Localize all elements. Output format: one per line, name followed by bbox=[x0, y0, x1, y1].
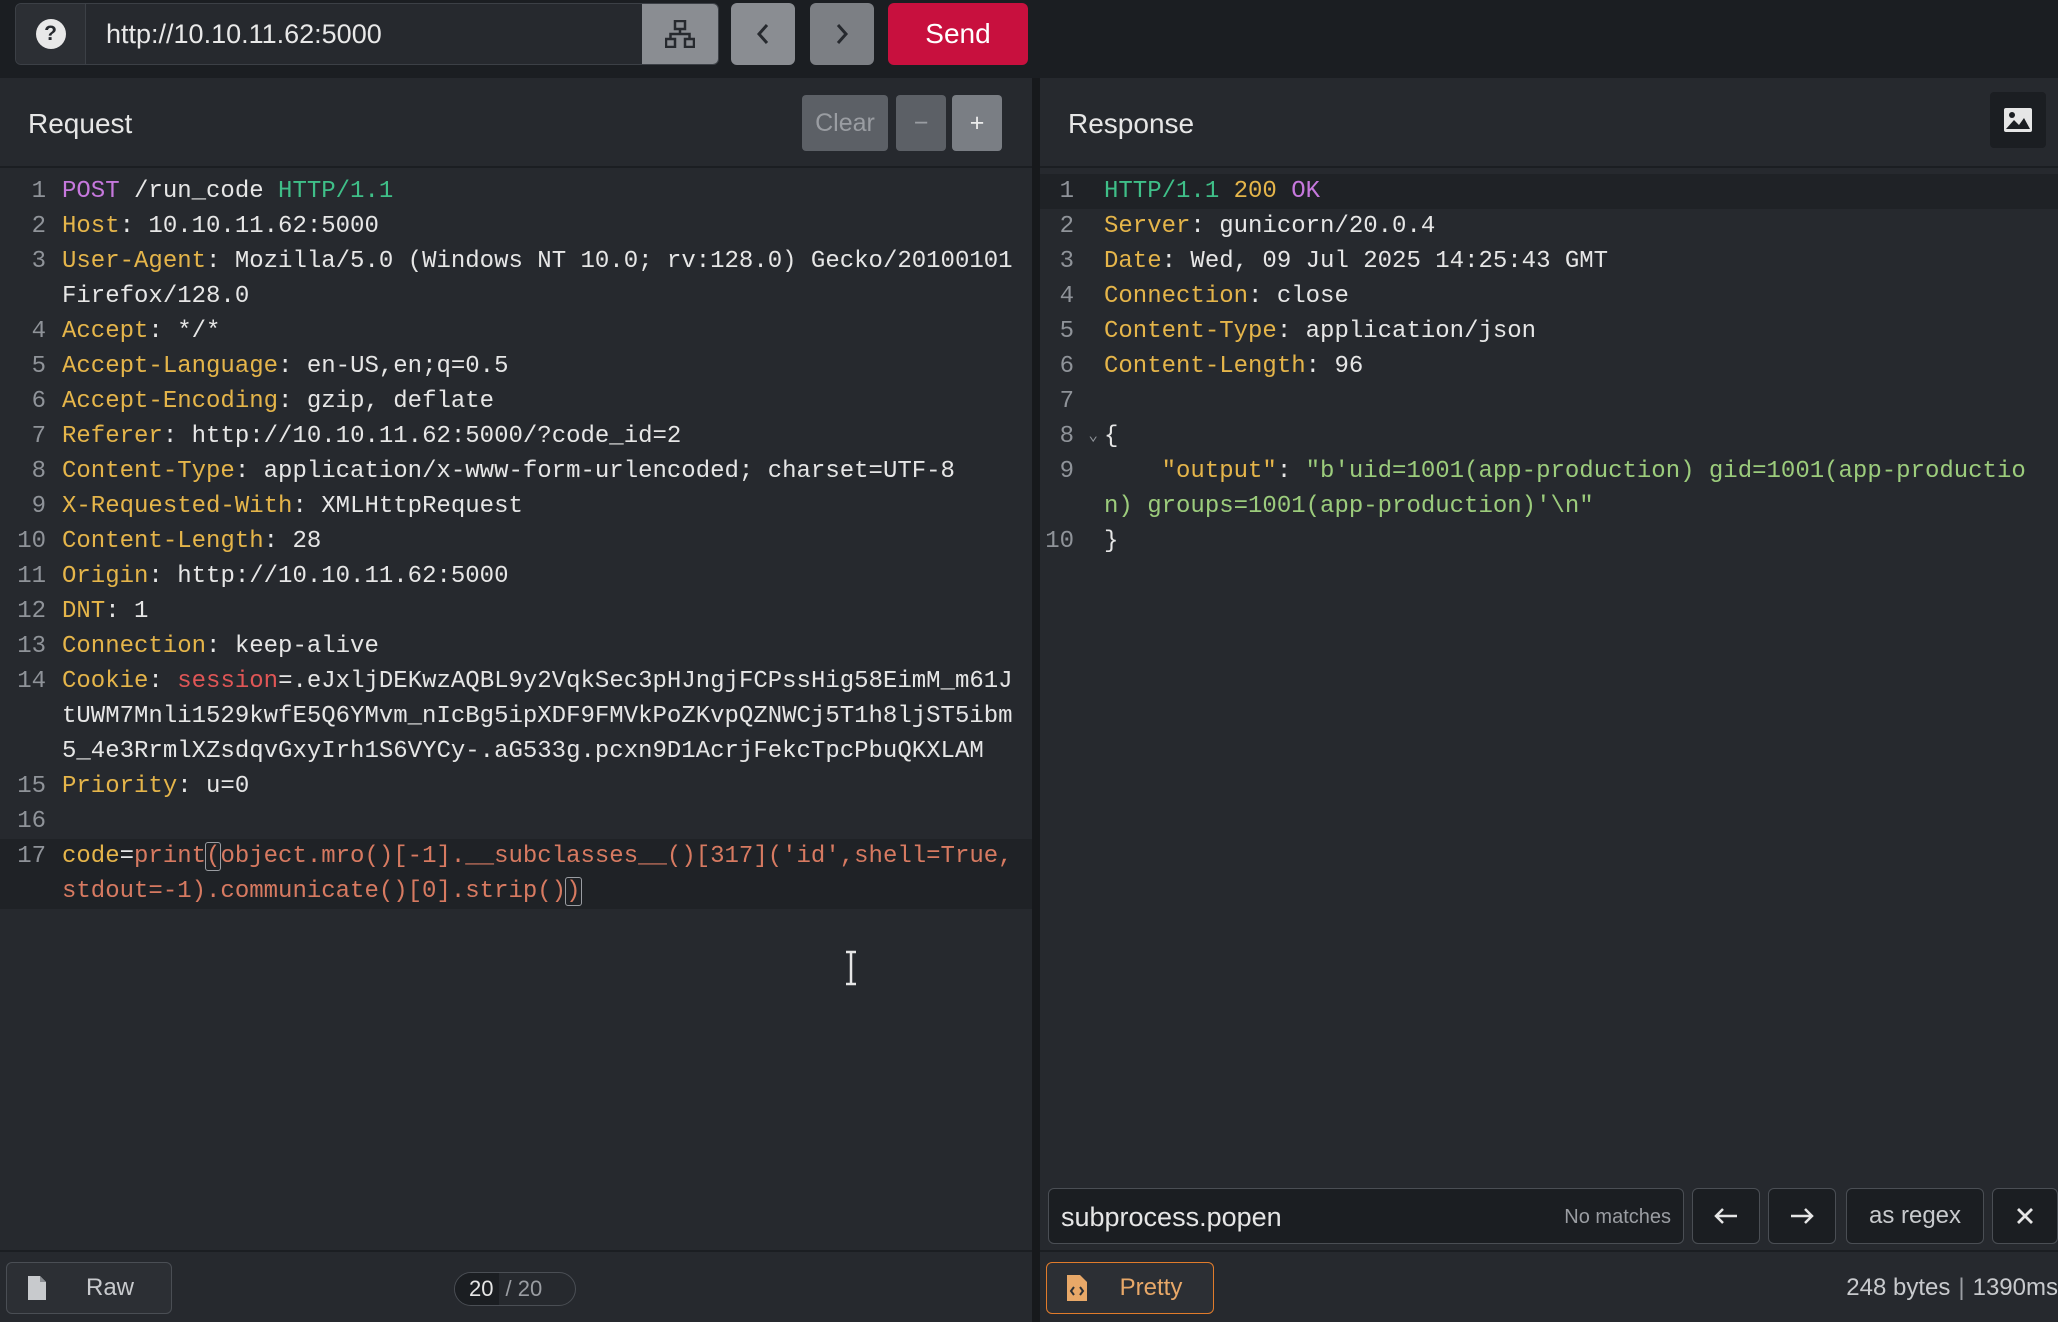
search-box: No matches bbox=[1048, 1188, 1684, 1244]
code-line: 2 Host: 10.10.11.62:5000 bbox=[31, 213, 379, 240]
clear-button[interactable]: Clear bbox=[802, 95, 888, 151]
code-line: 4 Accept: */* bbox=[31, 318, 221, 345]
code-line: 9 "output": "b'uid=1001(app-production) … bbox=[1059, 458, 2026, 520]
arrow-right-icon bbox=[1791, 1208, 1814, 1224]
request-header: Request Clear − + bbox=[0, 78, 1032, 168]
regex-toggle-button[interactable]: as regex bbox=[1846, 1188, 1984, 1244]
chevron-left-icon bbox=[756, 24, 769, 44]
code-line: 16 bbox=[17, 808, 46, 835]
code-line: 10 Content-Length: 28 bbox=[17, 528, 322, 555]
sitemap-icon bbox=[665, 20, 695, 48]
code-line: 14 Cookie: session=.eJxljDEKwzAQBL9y2VqkS… bbox=[17, 668, 1013, 765]
forward-button[interactable] bbox=[810, 3, 874, 65]
code-line-active: 17 code=print(object.mro()[-1].__subclass… bbox=[0, 839, 1032, 909]
url-input[interactable] bbox=[86, 4, 642, 64]
fold-chevron-icon[interactable]: ⌄ bbox=[1088, 419, 1098, 454]
code-line: 2 Server: gunicorn/20.0.4 bbox=[1059, 213, 1436, 240]
request-panel: Request Clear − + 1 POST /run_code HTTP/1… bbox=[0, 78, 1032, 1322]
raw-mode-label: Raw bbox=[85, 1274, 134, 1301]
search-input[interactable] bbox=[1061, 1197, 1521, 1237]
back-button[interactable] bbox=[731, 3, 795, 65]
network-button[interactable] bbox=[642, 4, 718, 64]
code-line: 6 Accept-Encoding: gzip, deflate bbox=[31, 388, 495, 415]
code-line: 12 DNT: 1 bbox=[17, 598, 149, 625]
code-line: 3 Date: Wed, 09 Jul 2025 14:25:43 GMT bbox=[1059, 248, 1609, 275]
code-line: 5 Content-Type: application/json bbox=[1059, 318, 1537, 345]
search-status: No matches bbox=[1564, 1206, 1671, 1228]
line-current: 20 bbox=[455, 1273, 500, 1305]
text-cursor-icon bbox=[846, 950, 856, 986]
zoom-in-button[interactable]: + bbox=[952, 95, 1002, 151]
request-title: Request bbox=[28, 108, 133, 139]
response-size: 248 bytes bbox=[1846, 1274, 1951, 1301]
search-next-button[interactable] bbox=[1768, 1188, 1836, 1244]
code-line: 11 Origin: http://10.10.11.62:5000 bbox=[17, 563, 509, 590]
code-line: 15 Priority: u=0 bbox=[17, 773, 250, 800]
code-line: 4 Connection: close bbox=[1059, 283, 1349, 310]
code-line: 13 Connection: keep-alive bbox=[17, 633, 379, 660]
code-line: 10} bbox=[1045, 528, 1119, 555]
search-close-button[interactable] bbox=[1992, 1188, 2058, 1244]
search-prev-button[interactable] bbox=[1692, 1188, 1760, 1244]
pretty-mode-button[interactable]: Pretty bbox=[1046, 1262, 1214, 1314]
raw-mode-button[interactable]: Raw bbox=[6, 1262, 172, 1314]
request-footer: Raw 20 / 20 bbox=[0, 1250, 1032, 1322]
url-group: ? bbox=[15, 3, 719, 65]
code-line: 8 ⌄{ bbox=[1040, 419, 2058, 454]
file-icon bbox=[7, 1275, 67, 1301]
code-line: 8 Content-Type: application/x-www-form-ur… bbox=[31, 458, 955, 485]
code-line: 3 User-Agent: Mozilla/5.0 (Windows NT 10.… bbox=[31, 248, 1027, 310]
code-line: 5 Accept-Language: en-US,en;q=0.5 bbox=[31, 353, 509, 380]
response-panel: Response 1 HTTP/1.1 200 OK 2 Server: gunic… bbox=[1040, 78, 2058, 1322]
pretty-mode-label: Pretty bbox=[1119, 1274, 1183, 1301]
response-header: Response bbox=[1040, 78, 2058, 168]
response-stats: 248 bytes | 1390ms bbox=[1846, 1274, 2058, 1301]
zoom-out-button[interactable]: − bbox=[896, 95, 946, 151]
code-line: 7 Referer: http://10.10.11.62:5000/?code_… bbox=[31, 423, 682, 450]
toolbar: ? Send bbox=[0, 0, 2058, 78]
image-view-button[interactable] bbox=[1990, 92, 2046, 148]
response-title: Response bbox=[1068, 108, 1195, 139]
image-icon bbox=[2004, 108, 2032, 132]
close-icon bbox=[2017, 1208, 2033, 1224]
response-time: 1390ms bbox=[1972, 1274, 2058, 1301]
code-line: 6 Content-Length: 96 bbox=[1059, 353, 1364, 380]
line-counter: 20 / 20 bbox=[454, 1272, 576, 1306]
send-button[interactable]: Send bbox=[888, 3, 1028, 65]
request-editor[interactable]: 1 POST /run_code HTTP/1.1 2 Host: 10.10.11… bbox=[0, 174, 1032, 909]
response-footer: Pretty 248 bytes | 1390ms bbox=[1040, 1250, 2058, 1322]
file-code-icon bbox=[1047, 1274, 1107, 1302]
line-total: / 20 bbox=[505, 1276, 543, 1301]
help-button[interactable]: ? bbox=[16, 4, 86, 64]
code-line: 9 X-Requested-With: XMLHttpRequest bbox=[31, 493, 523, 520]
code-line: 7 bbox=[1059, 388, 1074, 415]
code-line: 1 POST /run_code HTTP/1.1 bbox=[31, 178, 394, 205]
code-line: 1 HTTP/1.1 200 OK bbox=[1040, 174, 2058, 209]
question-circle-icon: ? bbox=[35, 19, 66, 49]
chevron-right-icon bbox=[836, 24, 849, 44]
arrow-left-icon bbox=[1714, 1208, 1737, 1224]
response-editor[interactable]: 1 HTTP/1.1 200 OK 2 Server: gunicorn/20.0.… bbox=[1040, 174, 2058, 559]
panel-divider[interactable] bbox=[1032, 78, 1040, 1322]
